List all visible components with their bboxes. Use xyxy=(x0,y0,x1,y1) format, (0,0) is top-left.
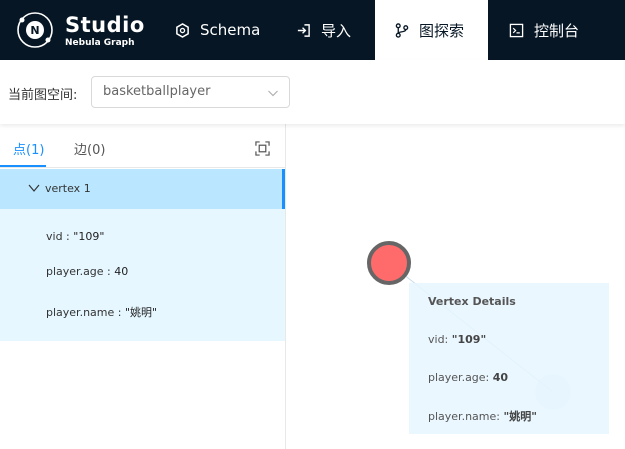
prop-value: 40 xyxy=(114,265,129,278)
vertex-prop-name: player.name : "姚明" xyxy=(46,304,157,320)
prop-value: "姚明" xyxy=(124,306,158,319)
nav-schema-label: Schema xyxy=(200,21,261,39)
graph-canvas[interactable]: Vertex Details vid: "109" player.age: 40… xyxy=(287,124,625,449)
chevron-down-icon xyxy=(28,184,40,192)
prop-value: "109" xyxy=(73,230,105,243)
detail-value: "姚明" xyxy=(503,410,537,423)
detail-value: "109" xyxy=(451,333,487,346)
vertex-prop-vid: vid : "109" xyxy=(46,230,104,243)
app-logo[interactable]: N Studio Nebula Graph xyxy=(14,9,154,51)
svg-text:N: N xyxy=(30,24,39,37)
vertex-node[interactable] xyxy=(367,241,411,285)
detail-vid: vid: "109" xyxy=(428,333,486,346)
nav-explore-label: 图探索 xyxy=(419,21,465,40)
nav-schema[interactable]: Schema xyxy=(175,0,260,60)
vertex-item[interactable]: vertex 1 xyxy=(0,169,285,209)
prop-key: vid : xyxy=(46,230,70,243)
panel-tabs: 点(1) 边(0) xyxy=(0,124,285,168)
app-header: N Studio Nebula Graph Schema 导入 图探索 控制台 xyxy=(0,0,625,60)
space-select[interactable]: basketballplayer xyxy=(91,76,290,108)
space-label: 当前图空间: xyxy=(8,88,78,103)
nav-console[interactable]: 控制台 xyxy=(509,0,579,60)
app-title: Studio xyxy=(65,13,145,37)
detail-key: player.name: xyxy=(428,410,500,423)
prop-key: player.name : xyxy=(46,306,122,319)
vertex-title: vertex 1 xyxy=(45,182,91,195)
detail-value: 40 xyxy=(492,371,509,384)
space-bar: 当前图空间: basketballplayer xyxy=(0,60,625,124)
fullscreen-icon[interactable] xyxy=(255,141,270,156)
chevron-down-icon xyxy=(268,90,278,97)
schema-icon xyxy=(176,22,189,38)
app-subtitle: Nebula Graph xyxy=(65,38,135,48)
explore-icon xyxy=(395,22,409,38)
tab-active-indicator xyxy=(0,165,46,167)
detail-key: vid: xyxy=(428,333,449,346)
space-select-value: basketballplayer xyxy=(103,84,211,99)
console-icon xyxy=(509,23,524,37)
tab-vertices[interactable]: 点(1) xyxy=(13,139,44,158)
detail-key: player.age: xyxy=(428,371,490,384)
vertex-details-tooltip: Vertex Details vid: "109" player.age: 40… xyxy=(409,283,609,434)
nav-import-label: 导入 xyxy=(321,21,352,40)
vertex-prop-age: player.age : 40 xyxy=(46,265,128,278)
nav-import[interactable]: 导入 xyxy=(296,0,351,60)
details-title: Vertex Details xyxy=(428,295,516,308)
detail-name: player.name: "姚明" xyxy=(428,408,537,424)
tab-edges[interactable]: 边(0) xyxy=(74,139,105,158)
nav-console-label: 控制台 xyxy=(534,21,580,40)
nebula-logo-icon: N xyxy=(17,12,53,48)
vertex-properties: vid : "109" player.age : 40 player.name … xyxy=(0,209,285,341)
prop-key: player.age : xyxy=(46,265,111,278)
detail-age: player.age: 40 xyxy=(428,371,508,384)
nav-explore[interactable]: 图探索 xyxy=(375,0,488,60)
import-icon xyxy=(297,23,310,37)
vertex-panel: 点(1) 边(0) vertex 1 vid : "109" player.ag… xyxy=(0,124,286,449)
